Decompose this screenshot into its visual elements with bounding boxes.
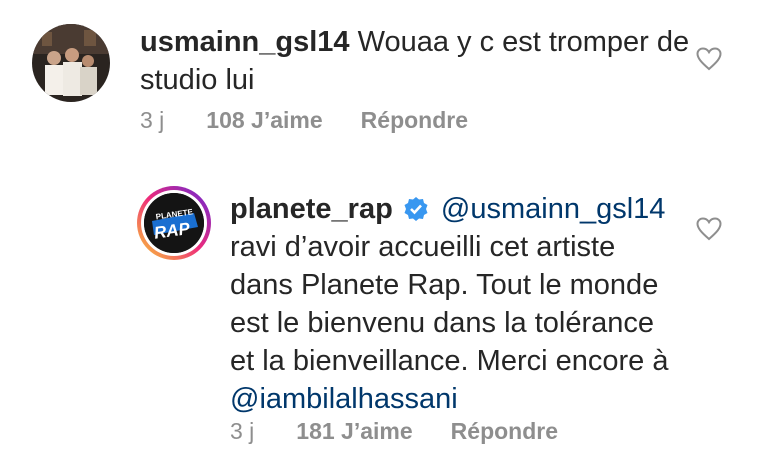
reply-body: ravi d’avoir accueilli cet artiste dans …: [230, 231, 669, 377]
comment-username[interactable]: usmainn_gsl14: [140, 26, 350, 58]
comment-meta: 3 j 108 J’aime Répondre: [140, 107, 506, 134]
reply-meta: 3 j 181 J’aime Répondre: [230, 418, 596, 445]
reply-avatar[interactable]: PLANETE RAP: [137, 186, 211, 260]
reply-time: 3 j: [230, 418, 255, 444]
reply-likes[interactable]: 181 J’aime: [296, 418, 412, 444]
reply-mention-link[interactable]: @usmainn_gsl14: [441, 193, 666, 225]
like-heart-icon[interactable]: [696, 47, 722, 71]
comment-time: 3 j: [140, 107, 165, 133]
comment-likes[interactable]: 108 J’aime: [206, 107, 322, 133]
reply-like-heart-icon[interactable]: [696, 217, 722, 241]
comment-reply-button[interactable]: Répondre: [361, 107, 468, 133]
comment-text: usmainn_gsl14 Wouaa y c est tromper de s…: [140, 23, 700, 99]
verified-badge-icon: [403, 194, 429, 221]
planete-rap-logo-icon: PLANETE RAP: [144, 193, 204, 253]
avatar[interactable]: [32, 24, 110, 102]
reply-username[interactable]: planete_rap: [230, 193, 393, 225]
user-photo: [32, 24, 110, 102]
reply-mention-end-link[interactable]: @iambilalhassani: [230, 383, 458, 415]
reply-text: planete_rap @usmainn_gsl14 ravi d’avoir …: [230, 190, 670, 418]
reply-reply-button[interactable]: Répondre: [451, 418, 558, 444]
